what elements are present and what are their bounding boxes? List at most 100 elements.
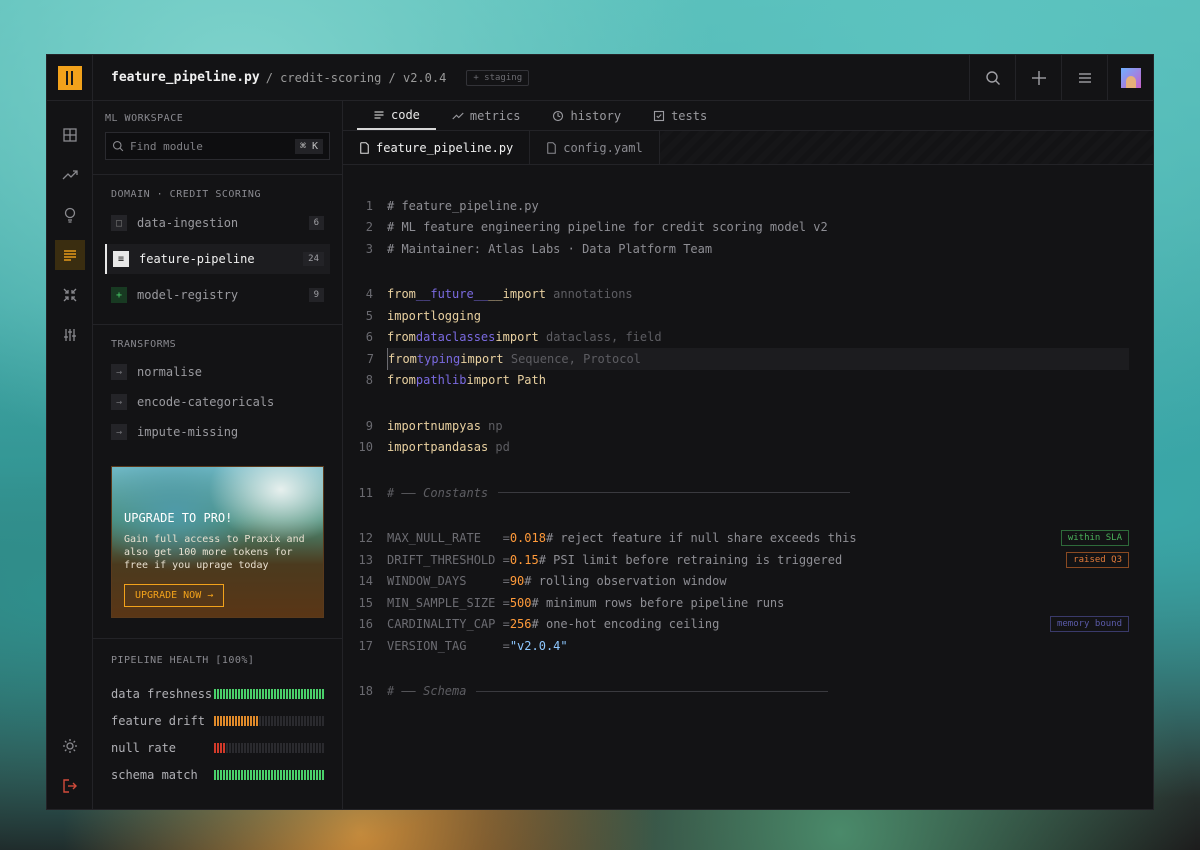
search-shortcut: ⌘ K — [294, 138, 323, 154]
transform-item-impute-missing[interactable]: → impute-missing — [105, 418, 330, 446]
line-number: 14 — [358, 574, 373, 589]
health-segment — [235, 715, 237, 726]
health-segment — [253, 688, 255, 699]
health-segment — [307, 769, 309, 780]
code-number: 500 — [509, 595, 532, 610]
grid-icon — [62, 128, 77, 142]
transform-item-encode-categoricals[interactable]: → encode-categoricals — [105, 388, 330, 416]
search-button[interactable] — [969, 54, 1015, 101]
search-box[interactable]: ⌘ K — [105, 132, 330, 160]
app-window: feature_pipeline.py / credit-scoring / v… — [46, 54, 1154, 810]
code-number: 256 — [509, 617, 532, 632]
sun-icon — [62, 739, 77, 753]
line-number: 18 — [358, 684, 373, 699]
code-constant: VERSION_TAG = — [387, 638, 510, 653]
rail-theme[interactable] — [55, 731, 85, 761]
health-segment — [283, 715, 285, 726]
breadcrumb-file[interactable]: feature_pipeline.py — [111, 70, 260, 85]
file-tab-feature-pipeline[interactable]: feature_pipeline.py — [343, 131, 531, 164]
health-segment — [214, 769, 216, 780]
health-segment — [280, 715, 282, 726]
health-segment — [262, 688, 264, 699]
health-name: null rate — [111, 740, 177, 755]
health-segment — [313, 715, 315, 726]
rail-compress[interactable] — [55, 280, 85, 310]
add-button[interactable] — [1015, 54, 1061, 101]
health-row: null rate — [111, 734, 324, 761]
search-icon — [985, 70, 1000, 85]
health-segment — [274, 688, 276, 699]
menu-button[interactable] — [1061, 54, 1107, 101]
transforms-label: TRANSFORMS — [111, 339, 177, 350]
rail-trend[interactable] — [55, 160, 85, 190]
health-segment — [259, 742, 261, 753]
health-segment — [244, 742, 246, 753]
file-icon — [547, 141, 557, 154]
promo-text: Gain full access to Praxix and also get … — [124, 534, 305, 571]
rail-code[interactable] — [54, 240, 85, 270]
file-tab-config[interactable]: config.yaml — [530, 131, 660, 164]
icon-rail — [47, 101, 93, 809]
code-keyword: as — [473, 440, 489, 455]
code-line: 12 MAX_NULL_RATE = 0.018 # reject feature i… — [343, 528, 1129, 550]
health-segment — [295, 688, 297, 699]
health-segment — [262, 715, 264, 726]
health-bar — [214, 769, 324, 780]
square-icon: □ — [111, 215, 127, 231]
tab-history[interactable]: history — [536, 101, 637, 130]
env-badge[interactable]: + staging — [466, 69, 530, 86]
health-segment — [259, 769, 261, 780]
upgrade-button[interactable]: UPGRADE NOW → — [124, 584, 225, 607]
health-segment — [220, 742, 222, 753]
line-number: 10 — [358, 440, 373, 455]
file-icon — [360, 141, 369, 154]
search-input[interactable] — [130, 139, 289, 153]
sidebar: ML WORKSPACE ⌘ K DOMAIN · CREDIT SCORING… — [93, 101, 343, 809]
code-keyword: from — [387, 330, 416, 345]
health-segment — [292, 769, 294, 780]
module-item-data-ingestion[interactable]: □ data-ingestion 6 — [105, 208, 330, 238]
module-item-feature-pipeline[interactable]: ≡ feature-pipeline 24 — [105, 244, 330, 274]
compress-icon — [63, 288, 76, 302]
health-segment — [232, 715, 234, 726]
tab-code[interactable]: code — [357, 101, 436, 130]
lines-icon — [374, 110, 384, 119]
tab-tests[interactable]: tests — [637, 101, 723, 130]
rail-sliders[interactable] — [55, 320, 85, 350]
health-segment — [268, 742, 270, 753]
avatar-button[interactable] — [1107, 54, 1153, 101]
health-segment — [250, 688, 252, 699]
health-segment — [292, 715, 294, 726]
tab-metrics[interactable]: metrics — [436, 101, 537, 130]
trend-icon — [452, 112, 464, 119]
health-name: data freshness — [111, 686, 213, 701]
code-comment: # minimum rows before pipeline runs — [531, 595, 785, 610]
transform-item-normalise[interactable]: → normalise — [105, 358, 330, 386]
health-segment — [304, 715, 306, 726]
health-segment — [235, 769, 237, 780]
code-area[interactable]: 1 # feature_pipeline.py 2 # ML feature eng… — [343, 165, 1153, 809]
logo-cell[interactable] — [47, 54, 93, 101]
health-label: PIPELINE HEALTH [100%] — [111, 655, 255, 666]
health-segment — [256, 715, 258, 726]
file-tabs: feature_pipeline.py config.yaml — [343, 131, 1153, 165]
health-segment — [262, 742, 264, 753]
module-item-model-registry[interactable]: + model-registry 9 — [105, 280, 330, 310]
transform-name: impute-missing — [137, 425, 239, 439]
code-identifier: pandas — [430, 440, 474, 455]
rail-bulb[interactable] — [55, 200, 85, 230]
tab-label: metrics — [469, 108, 521, 123]
health-segment — [229, 742, 231, 753]
health-segment — [298, 715, 300, 726]
code-identifier: numpy — [430, 418, 467, 433]
rail-logout[interactable] — [55, 771, 85, 801]
search-icon — [112, 140, 124, 152]
breadcrumb-path[interactable]: / credit-scoring / v2.0.4 — [266, 71, 447, 85]
health-segment — [322, 769, 324, 780]
health-segment — [235, 742, 237, 753]
code-keyword: import — [495, 330, 539, 345]
line-number: 8 — [365, 373, 373, 388]
rail-grid[interactable] — [55, 120, 85, 150]
health-segment — [310, 769, 312, 780]
editor: code metrics history tests feature_pipel… — [343, 101, 1153, 809]
